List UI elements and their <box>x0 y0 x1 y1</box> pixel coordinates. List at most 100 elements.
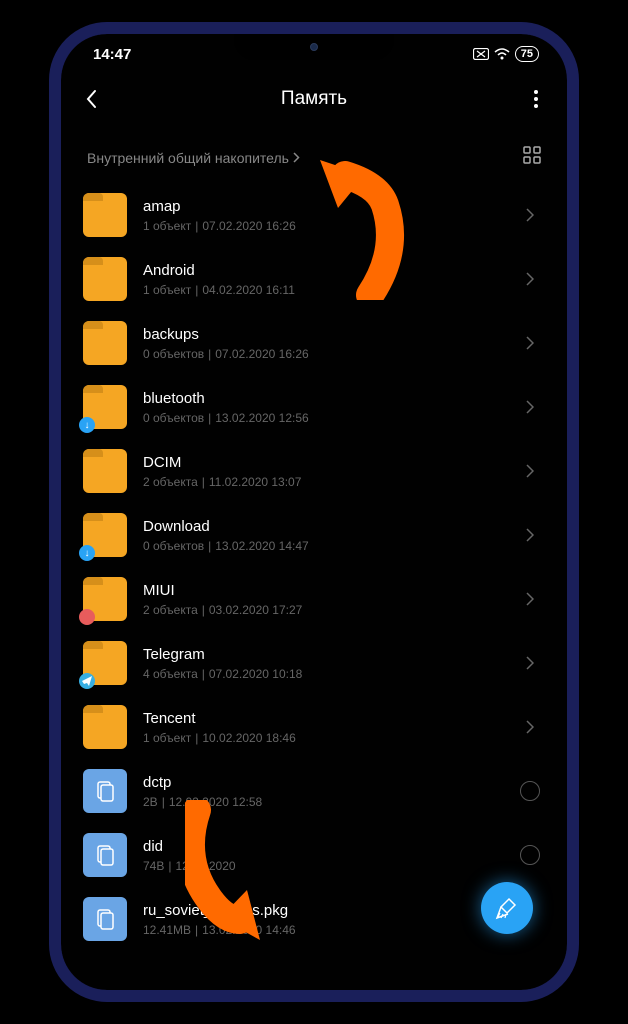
file-meta: 1 объект|04.02.2020 16:11 <box>143 283 501 297</box>
file-meta: 2B|12.02.2020 12:58 <box>143 795 501 809</box>
file-icon <box>83 897 127 941</box>
folder-badge: ↓ <box>79 545 95 561</box>
file-name: Download <box>143 518 501 535</box>
breadcrumb[interactable]: Внутренний общий накопитель <box>87 150 300 166</box>
folder-row[interactable]: amap 1 объект|07.02.2020 16:26 <box>61 183 567 247</box>
camera <box>310 43 318 51</box>
file-name: Tencent <box>143 710 501 727</box>
file-info: did74B|12.02.2020 <box>143 838 501 873</box>
chevron-right-icon <box>526 400 534 414</box>
row-chevron <box>517 528 543 542</box>
file-info: bluetooth 0 объектов|13.02.2020 12:56 <box>143 390 501 425</box>
file-info: dctp 2B|12.02.2020 12:58 <box>143 774 501 809</box>
chevron-right-icon <box>526 208 534 222</box>
side-button <box>569 314 573 374</box>
folder-row[interactable]: MIUI2 объекта|03.02.2020 17:27 <box>61 567 567 631</box>
clean-fab[interactable] <box>481 882 533 934</box>
select-radio[interactable] <box>517 845 543 865</box>
chevron-right-icon <box>526 656 534 670</box>
file-name: Telegram <box>143 646 501 663</box>
file-info: Telegram 4 объекта|07.02.2020 10:18 <box>143 646 501 681</box>
row-chevron <box>517 592 543 606</box>
screen: 14:47 75 Память Внутренний общий накопит… <box>61 34 567 990</box>
broom-icon <box>495 896 519 920</box>
row-chevron <box>517 656 543 670</box>
breadcrumb-row: Внутренний общий накопитель <box>61 124 567 183</box>
row-chevron <box>517 208 543 222</box>
folder-row[interactable]: ↓ bluetooth 0 объектов|13.02.2020 12:56 <box>61 375 567 439</box>
file-name: amap <box>143 198 501 215</box>
view-grid-button[interactable] <box>523 146 541 169</box>
row-chevron <box>517 336 543 350</box>
folder-icon: ↓ <box>83 385 127 429</box>
file-icon <box>83 833 127 877</box>
file-meta: 0 объектов|07.02.2020 16:26 <box>143 347 501 361</box>
folder-icon <box>83 577 127 621</box>
file-name: backups <box>143 326 501 343</box>
file-icon <box>83 769 127 813</box>
more-vertical-icon <box>534 90 538 108</box>
breadcrumb-label: Внутренний общий накопитель <box>87 150 289 166</box>
row-chevron <box>517 720 543 734</box>
file-name: dctp <box>143 774 501 791</box>
file-name: did <box>143 838 501 855</box>
select-radio[interactable] <box>517 781 543 801</box>
side-button <box>569 454 573 544</box>
file-list[interactable]: amap 1 объект|07.02.2020 16:26 Android 1 об… <box>61 183 567 951</box>
grid-icon <box>523 146 541 164</box>
file-meta: 1 объект|07.02.2020 16:26 <box>143 219 501 233</box>
file-name: MIUI <box>143 582 501 599</box>
folder-icon <box>83 705 127 749</box>
document-icon <box>93 907 117 931</box>
file-name: ru_soviet_movies.pkg <box>143 902 501 919</box>
chevron-left-icon <box>86 89 98 109</box>
folder-icon <box>83 449 127 493</box>
file-meta: 4 объекта|07.02.2020 10:18 <box>143 667 501 681</box>
side-button <box>569 384 573 444</box>
no-sim-icon <box>473 48 489 60</box>
file-meta: 1 объект|10.02.2020 18:46 <box>143 731 501 745</box>
chevron-right-icon <box>526 336 534 350</box>
wifi-icon <box>494 48 510 60</box>
battery-level: 75 <box>521 48 533 60</box>
folder-icon: ↓ <box>83 513 127 557</box>
folder-icon <box>83 257 127 301</box>
folder-row[interactable]: backups 0 объектов|07.02.2020 16:26 <box>61 311 567 375</box>
file-info: backups 0 объектов|07.02.2020 16:26 <box>143 326 501 361</box>
file-meta: 0 объектов|13.02.2020 12:56 <box>143 411 501 425</box>
file-info: DCIM 2 объекта|11.02.2020 13:07 <box>143 454 501 489</box>
file-meta: 0 объектов|13.02.2020 14:47 <box>143 539 501 553</box>
file-name: DCIM <box>143 454 501 471</box>
file-name: Android <box>143 262 501 279</box>
file-info: Tencent 1 объект|10.02.2020 18:46 <box>143 710 501 745</box>
page-title: Память <box>109 88 519 110</box>
folder-badge: ↓ <box>79 417 95 433</box>
folder-icon <box>83 193 127 237</box>
folder-row[interactable]: DCIM 2 объекта|11.02.2020 13:07 <box>61 439 567 503</box>
row-chevron <box>517 464 543 478</box>
radio-icon <box>520 845 540 865</box>
folder-row[interactable]: Telegram 4 объекта|07.02.2020 10:18 <box>61 631 567 695</box>
file-name: bluetooth <box>143 390 501 407</box>
document-icon <box>93 843 117 867</box>
more-menu-button[interactable] <box>519 90 553 108</box>
status-icons: 75 <box>473 46 539 62</box>
file-info: Android 1 объект|04.02.2020 16:11 <box>143 262 501 297</box>
phone-frame: 14:47 75 Память Внутренний общий накопит… <box>49 22 579 1002</box>
back-button[interactable] <box>75 89 109 109</box>
folder-icon <box>83 321 127 365</box>
folder-badge <box>79 673 95 689</box>
folder-row[interactable]: Android 1 объект|04.02.2020 16:11 <box>61 247 567 311</box>
chevron-right-icon <box>526 528 534 542</box>
app-header: Память <box>61 74 567 124</box>
file-meta: 2 объекта|11.02.2020 13:07 <box>143 475 501 489</box>
chevron-right-icon <box>526 272 534 286</box>
folder-row[interactable]: Tencent 1 объект|10.02.2020 18:46 <box>61 695 567 759</box>
file-meta: 12.41MB|13.02.2020 14:46 <box>143 923 501 937</box>
folder-row[interactable]: ↓ Download 0 объектов|13.02.2020 14:47 <box>61 503 567 567</box>
file-row[interactable]: dctp 2B|12.02.2020 12:58 <box>61 759 567 823</box>
file-info: Download 0 объектов|13.02.2020 14:47 <box>143 518 501 553</box>
battery-indicator: 75 <box>515 46 539 62</box>
file-row[interactable]: did74B|12.02.2020 <box>61 823 567 887</box>
notch <box>234 34 394 60</box>
